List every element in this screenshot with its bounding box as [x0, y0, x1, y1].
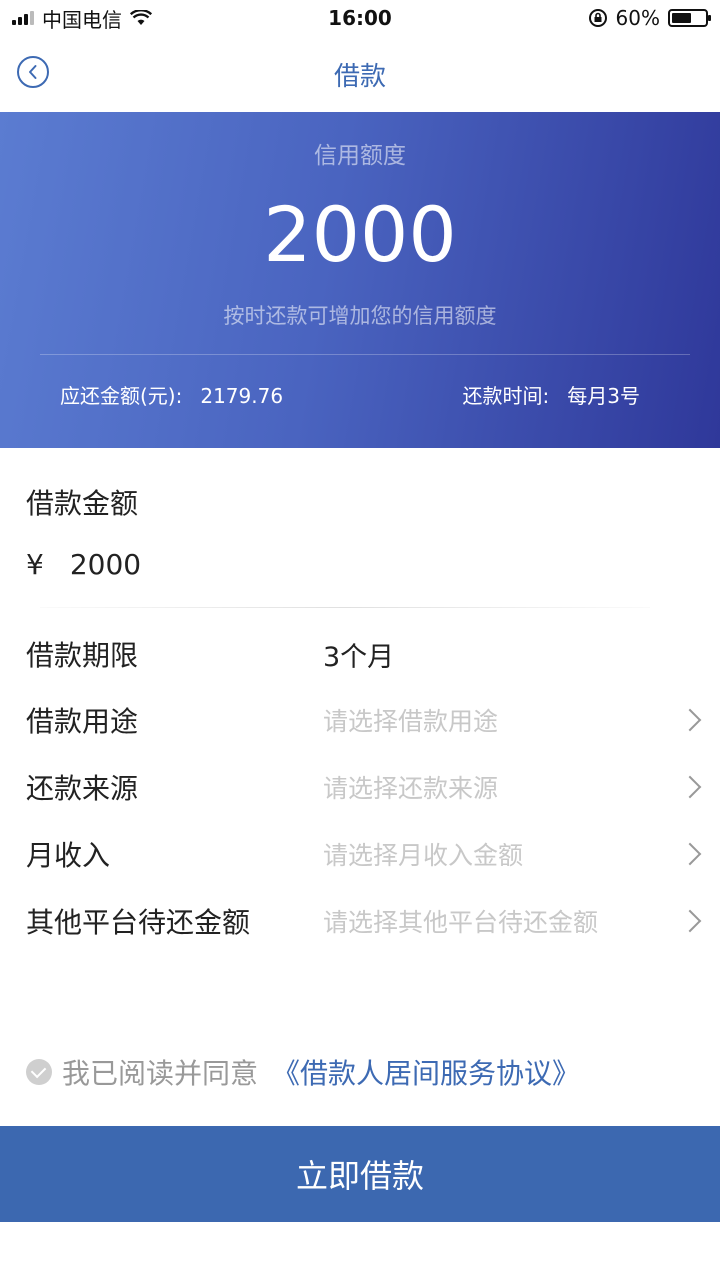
currency-symbol: ¥: [26, 548, 44, 581]
loan-amount-value: 2000: [69, 548, 142, 581]
status-left: 中国电信: [0, 4, 152, 33]
repay-source-row[interactable]: 还款来源 请选择还款来源: [0, 757, 720, 817]
loan-purpose-placeholder: 请选择借款用途: [323, 707, 499, 736]
agreement-checkbox[interactable]: [26, 1059, 52, 1085]
other-debt-row[interactable]: 其他平台待还金额 请选择其他平台待还金额: [0, 891, 720, 951]
loan-term-row: 借款期限 3个月: [0, 624, 720, 684]
back-button[interactable]: [17, 56, 49, 88]
other-debt-placeholder: 请选择其他平台待还金额: [323, 908, 599, 937]
status-bar: 中国电信 16:00 60%: [0, 0, 720, 36]
agreement-link[interactable]: 《借款人居间服务协议》: [272, 1052, 580, 1092]
battery-fill: [672, 13, 691, 23]
chevron-right-icon: [678, 909, 702, 933]
wifi-icon: [130, 10, 152, 25]
agreement-row: 我已阅读并同意 《借款人居间服务协议》: [26, 1052, 580, 1092]
monthly-income-label: 月收入: [26, 839, 111, 872]
repay-amount: 应还金额(元): 2179.76: [60, 380, 283, 409]
loan-term-label: 借款期限: [26, 639, 139, 672]
repay-time: 还款时间: 每月3号: [463, 380, 640, 409]
chevron-left-icon: [29, 65, 37, 79]
nav-bar: 借款: [0, 36, 720, 112]
repayment-summary: 应还金额(元): 2179.76 还款时间: 每月3号: [60, 380, 640, 409]
credit-limit-amount: 2000: [263, 190, 457, 279]
chevron-right-icon: [678, 775, 702, 799]
amount-divider: [40, 607, 650, 608]
chevron-right-icon: [678, 842, 702, 866]
battery-icon: [668, 9, 711, 27]
repay-amount-label: 应还金额(元):: [60, 384, 183, 408]
repay-time-value: 每月3号: [567, 384, 640, 408]
repay-source-label: 还款来源: [26, 772, 139, 805]
borrow-now-button[interactable]: 立即借款: [0, 1126, 720, 1222]
rotation-lock-icon: [588, 9, 607, 27]
status-right: 60%: [588, 6, 720, 30]
hero-divider: [40, 354, 690, 355]
carrier-name: 中国电信: [42, 7, 122, 32]
loan-purpose-label: 借款用途: [26, 705, 139, 738]
monthly-income-placeholder: 请选择月收入金额: [323, 841, 524, 870]
repay-time-label: 还款时间:: [462, 384, 550, 408]
signal-icon: [12, 11, 34, 25]
page-title: 借款: [333, 61, 386, 92]
chevron-right-icon: [678, 708, 702, 732]
credit-limit-tip: 按时还款可增加您的信用额度: [223, 304, 497, 328]
other-debt-label: 其他平台待还金额: [26, 906, 251, 939]
credit-limit-label: 信用额度: [314, 143, 406, 169]
agreement-text: 我已阅读并同意: [62, 1057, 259, 1090]
loan-term-value: 3个月: [323, 641, 395, 673]
loan-amount-input[interactable]: ¥ 2000: [26, 548, 141, 581]
repay-amount-value: 2179.76: [200, 384, 284, 408]
repay-source-placeholder: 请选择还款来源: [323, 774, 499, 803]
battery-percent: 60%: [615, 6, 660, 30]
loan-amount-title: 借款金额: [26, 487, 139, 520]
loan-purpose-row[interactable]: 借款用途 请选择借款用途: [0, 690, 720, 750]
monthly-income-row[interactable]: 月收入 请选择月收入金额: [0, 824, 720, 884]
credit-limit-card: 信用额度 2000 按时还款可增加您的信用额度 应还金额(元): 2179.76 …: [0, 112, 720, 448]
